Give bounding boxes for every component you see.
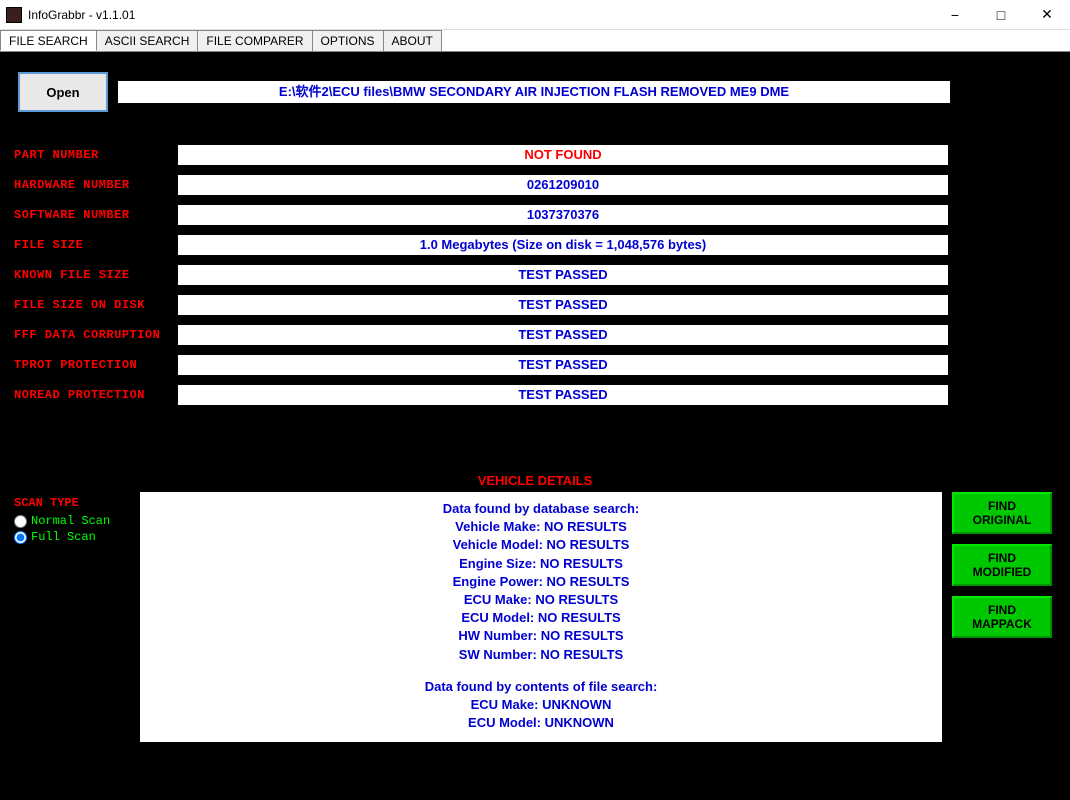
maximize-button[interactable]: □ [978,0,1024,30]
details-ecu-model: ECU Model: NO RESULTS [148,609,934,627]
value-hardware-number: 0261209010 [178,175,948,195]
label-part-number: PART NUMBER [10,148,178,162]
value-part-number: NOT FOUND [178,145,948,165]
window-titlebar: InfoGrabbr - v1.1.01 − □ ✕ [0,0,1070,30]
window-title: InfoGrabbr - v1.1.01 [28,8,932,22]
radio-full-scan-input[interactable] [14,531,27,544]
label-software-number: SOFTWARE NUMBER [10,208,178,222]
vehicle-details-header: VEHICLE DETAILS [10,473,1060,488]
details-sw-number: SW Number: NO RESULTS [148,646,934,664]
details-db-header: Data found by database search: [148,500,934,518]
scan-type-title: SCAN TYPE [14,496,126,510]
find-modified-button[interactable]: FIND MODIFIED [952,544,1052,586]
tab-about[interactable]: ABOUT [383,30,442,51]
open-button[interactable]: Open [18,72,108,112]
details-engine-size: Engine Size: NO RESULTS [148,555,934,573]
radio-full-scan[interactable]: Full Scan [14,530,126,544]
close-button[interactable]: ✕ [1024,0,1070,30]
file-path-display: E:\软件2\ECU files\BMW SECONDARY AIR INJEC… [118,81,950,103]
radio-normal-scan[interactable]: Normal Scan [14,514,126,528]
main-panel: Open E:\软件2\ECU files\BMW SECONDARY AIR … [0,52,1070,800]
radio-full-scan-label: Full Scan [31,530,96,544]
tab-file-search[interactable]: FILE SEARCH [0,30,97,51]
find-original-button[interactable]: FIND ORIGINAL [952,492,1052,534]
label-noread-protection: NOREAD PROTECTION [10,388,178,402]
label-known-file-size: KNOWN FILE SIZE [10,268,178,282]
details-hw-number: HW Number: NO RESULTS [148,627,934,645]
value-known-file-size: TEST PASSED [178,265,948,285]
app-icon [6,7,22,23]
label-hardware-number: HARDWARE NUMBER [10,178,178,192]
details-ecu-make: ECU Make: NO RESULTS [148,591,934,609]
details-file-ecu-model: ECU Model: UNKNOWN [148,714,934,732]
info-grid: PART NUMBER NOT FOUND HARDWARE NUMBER 02… [10,142,1060,408]
label-file-size: FILE SIZE [10,238,178,252]
radio-normal-scan-label: Normal Scan [31,514,110,528]
value-tprot-protection: TEST PASSED [178,355,948,375]
label-file-size-on-disk: FILE SIZE ON DISK [10,298,178,312]
details-engine-power: Engine Power: NO RESULTS [148,573,934,591]
tab-options[interactable]: OPTIONS [312,30,384,51]
scan-type-panel: SCAN TYPE Normal Scan Full Scan [10,492,130,742]
find-mappack-button[interactable]: FIND MAPPACK [952,596,1052,638]
vehicle-details-box: Data found by database search: Vehicle M… [140,492,942,742]
minimize-button[interactable]: − [932,0,978,30]
tab-bar: FILE SEARCH ASCII SEARCH FILE COMPARER O… [0,30,1070,52]
tab-ascii-search[interactable]: ASCII SEARCH [96,30,199,51]
value-fff-data-corruption: TEST PASSED [178,325,948,345]
radio-normal-scan-input[interactable] [14,515,27,528]
details-vehicle-make: Vehicle Make: NO RESULTS [148,518,934,536]
details-vehicle-model: Vehicle Model: NO RESULTS [148,536,934,554]
value-software-number: 1037370376 [178,205,948,225]
action-buttons: FIND ORIGINAL FIND MODIFIED FIND MAPPACK [952,492,1060,742]
value-noread-protection: TEST PASSED [178,385,948,405]
value-file-size-on-disk: TEST PASSED [178,295,948,315]
details-file-ecu-make: ECU Make: UNKNOWN [148,696,934,714]
tab-file-comparer[interactable]: FILE COMPARER [197,30,312,51]
details-file-header: Data found by contents of file search: [148,678,934,696]
label-tprot-protection: TPROT PROTECTION [10,358,178,372]
label-fff-data-corruption: FFF DATA CORRUPTION [10,328,178,342]
value-file-size: 1.0 Megabytes (Size on disk = 1,048,576 … [178,235,948,255]
